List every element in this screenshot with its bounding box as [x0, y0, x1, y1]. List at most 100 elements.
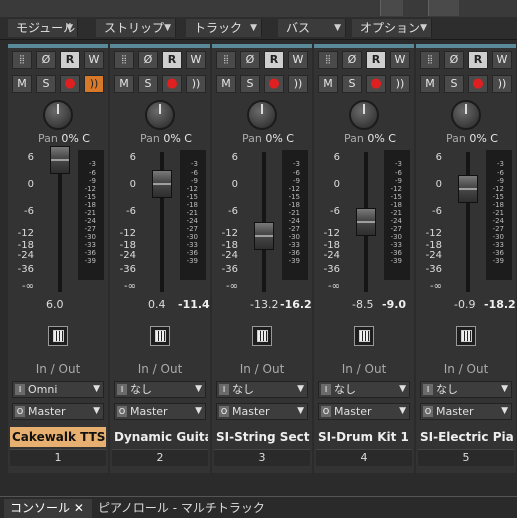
synth-rack-icon[interactable] — [48, 326, 68, 346]
track-name[interactable]: Cakewalk TTS-1 — [10, 427, 106, 447]
output-selector[interactable]: O Master ▼ — [114, 403, 206, 420]
volume-fader[interactable] — [356, 208, 376, 236]
fader-scale-label: -36 — [119, 264, 136, 275]
fader-scale-label: 0 — [27, 179, 34, 190]
input-selector[interactable]: I なし ▼ — [216, 381, 308, 398]
read-automation-button[interactable]: R — [468, 51, 488, 69]
solo-button[interactable]: S — [342, 75, 362, 93]
peak-value[interactable]: -18.2 — [484, 298, 516, 311]
phase-button[interactable]: Ø — [36, 51, 56, 69]
write-automation-button[interactable]: W — [390, 51, 410, 69]
meter-scale-label: -39 — [186, 257, 198, 265]
menu-strips[interactable]: ストリップ ▼ — [96, 19, 176, 37]
synth-rack-icon[interactable] — [150, 326, 170, 346]
fader-scale-label: -6 — [330, 206, 340, 217]
write-automation-button[interactable]: W — [492, 51, 512, 69]
input-echo-button[interactable]: )) — [288, 75, 308, 93]
fader-value[interactable]: -13.2 — [250, 298, 278, 311]
solo-button[interactable]: S — [138, 75, 158, 93]
record-arm-button[interactable]: ● — [366, 75, 386, 93]
phase-button[interactable]: Ø — [444, 51, 464, 69]
input-monitor-icon[interactable]: ⦙⦙ — [12, 51, 32, 69]
read-automation-button[interactable]: R — [162, 51, 182, 69]
track-number: 1 — [10, 449, 106, 466]
mute-button[interactable]: M — [420, 75, 440, 93]
fader-value[interactable]: -8.5 — [352, 298, 373, 311]
synth-rack-icon[interactable] — [456, 326, 476, 346]
chevron-down-icon: ▼ — [66, 23, 73, 33]
menu-modules[interactable]: モジュール ▼ — [8, 19, 78, 37]
mute-button[interactable]: M — [12, 75, 32, 93]
peak-value[interactable]: -9.0 — [382, 298, 406, 311]
track-name[interactable]: SI-Drum Kit 1 — [316, 427, 412, 447]
input-echo-button[interactable]: )) — [390, 75, 410, 93]
input-selector[interactable]: I Omni ▼ — [12, 381, 104, 398]
solo-button[interactable]: S — [36, 75, 56, 93]
tab-console[interactable]: コンソール ✕ — [4, 499, 92, 518]
pan-knob[interactable] — [451, 100, 481, 130]
input-monitor-icon[interactable]: ⦙⦙ — [318, 51, 338, 69]
track-name[interactable]: Dynamic Guitar — [112, 427, 208, 447]
write-automation-button[interactable]: W — [288, 51, 308, 69]
solo-button[interactable]: S — [444, 75, 464, 93]
input-monitor-icon[interactable]: ⦙⦙ — [216, 51, 236, 69]
phase-button[interactable]: Ø — [138, 51, 158, 69]
input-monitor-icon[interactable]: ⦙⦙ — [420, 51, 440, 69]
read-automation-button[interactable]: R — [264, 51, 284, 69]
input-selector[interactable]: I なし ▼ — [114, 381, 206, 398]
strip-top-indicator — [314, 44, 414, 48]
volume-fader[interactable] — [50, 146, 70, 174]
pan-knob[interactable] — [43, 100, 73, 130]
write-automation-button[interactable]: W — [186, 51, 206, 69]
phase-button[interactable]: Ø — [240, 51, 260, 69]
input-selector[interactable]: I なし ▼ — [318, 381, 410, 398]
output-selector[interactable]: O Master ▼ — [420, 403, 512, 420]
close-icon[interactable]: ✕ — [74, 501, 84, 515]
output-selector[interactable]: O Master ▼ — [12, 403, 104, 420]
output-selector[interactable]: O Master ▼ — [216, 403, 308, 420]
record-arm-button[interactable]: ● — [264, 75, 284, 93]
fader-value[interactable]: -0.9 — [454, 298, 475, 311]
input-echo-button[interactable]: )) — [186, 75, 206, 93]
chevron-down-icon: ▼ — [501, 406, 508, 416]
menu-tracks[interactable]: トラック ▼ — [186, 19, 262, 37]
input-monitor-icon[interactable]: ⦙⦙ — [114, 51, 134, 69]
solo-button[interactable]: S — [240, 75, 260, 93]
input-echo-button[interactable]: )) — [492, 75, 512, 93]
peak-value[interactable]: -16.2 — [280, 298, 312, 311]
peak-value[interactable]: -11.4 — [178, 298, 210, 311]
input-selector[interactable]: I なし ▼ — [420, 381, 512, 398]
record-arm-button[interactable]: ● — [60, 75, 80, 93]
fader-value[interactable]: 0.4 — [148, 298, 166, 311]
pan-knob[interactable] — [145, 100, 175, 130]
tab-piano-roll[interactable]: ピアノロール - マルチトラック — [92, 499, 272, 518]
mute-button[interactable]: M — [318, 75, 338, 93]
output-selector[interactable]: O Master ▼ — [318, 403, 410, 420]
record-arm-button[interactable]: ● — [162, 75, 182, 93]
read-automation-button[interactable]: R — [366, 51, 386, 69]
fader-value[interactable]: 6.0 — [46, 298, 64, 311]
volume-fader[interactable] — [152, 170, 172, 198]
input-echo-button[interactable]: )) — [84, 75, 104, 93]
pan-knob[interactable] — [247, 100, 277, 130]
track-number: 4 — [316, 449, 412, 466]
read-automation-button[interactable]: R — [60, 51, 80, 69]
pan-knob[interactable] — [349, 100, 379, 130]
scroll-handle[interactable] — [428, 0, 459, 16]
meter-scale-label: -18 — [492, 201, 504, 209]
track-name[interactable]: SI-Electric Piano — [418, 427, 514, 447]
menu-options[interactable]: オプション ▼ — [352, 19, 432, 37]
mute-button[interactable]: M — [216, 75, 236, 93]
upload-icon[interactable] — [380, 0, 403, 16]
synth-rack-icon[interactable] — [252, 326, 272, 346]
write-automation-button[interactable]: W — [84, 51, 104, 69]
volume-fader[interactable] — [458, 175, 478, 203]
phase-button[interactable]: Ø — [342, 51, 362, 69]
menu-buses[interactable]: バス ▼ — [278, 19, 346, 37]
record-arm-button[interactable]: ● — [468, 75, 488, 93]
synth-rack-icon[interactable] — [354, 326, 374, 346]
track-name[interactable]: SI-String Section — [214, 427, 310, 447]
meter-scale-label: -33 — [288, 241, 300, 249]
mute-button[interactable]: M — [114, 75, 134, 93]
volume-fader[interactable] — [254, 222, 274, 250]
